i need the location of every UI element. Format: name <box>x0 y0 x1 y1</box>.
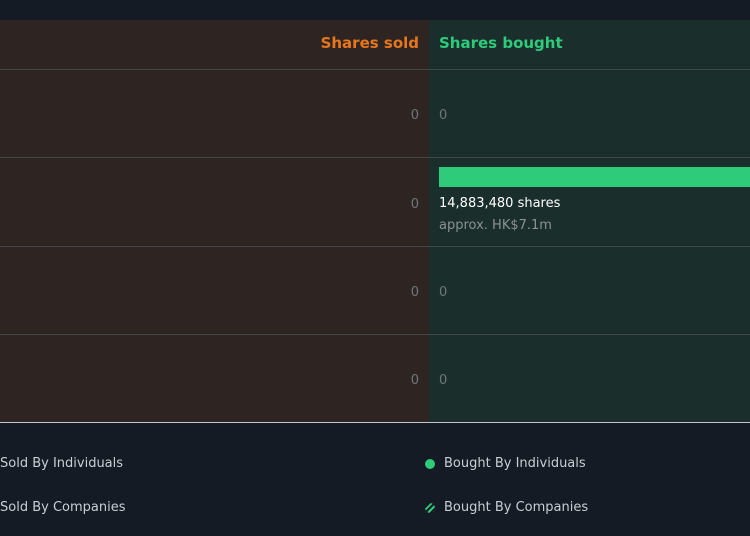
bought-individuals-dot-icon <box>425 459 435 469</box>
bought-value-row-4: 0 <box>439 373 448 388</box>
row-divider <box>0 246 750 247</box>
legend-label: Bought By Companies <box>444 500 589 515</box>
sold-panel <box>0 20 429 422</box>
row-divider <box>0 334 750 335</box>
sold-value-row-1: 0 <box>410 108 419 123</box>
legend-label: Bought By Individuals <box>444 456 586 471</box>
top-bar <box>0 0 750 20</box>
shares-bought-header: Shares bought <box>439 34 563 52</box>
bought-approx-value-row-2: approx. HK$7.1m <box>439 218 552 233</box>
bought-value-row-1: 0 <box>439 108 448 123</box>
bought-bar-row-2 <box>439 167 750 187</box>
sold-value-row-2: 0 <box>410 197 419 212</box>
sold-value-row-3: 0 <box>410 285 419 300</box>
bought-companies-hatch-icon <box>425 503 435 513</box>
legend-label: Sold By Individuals <box>0 456 124 471</box>
row-divider <box>0 157 750 158</box>
sold-value-row-4: 0 <box>410 373 419 388</box>
bought-shares-row-2: 14,883,480 shares <box>439 196 561 211</box>
chart-baseline <box>0 422 750 423</box>
shares-sold-header: Shares sold <box>320 34 419 52</box>
row-divider <box>0 69 750 70</box>
bought-value-row-3: 0 <box>439 285 448 300</box>
legend-label: Sold By Companies <box>0 500 126 515</box>
